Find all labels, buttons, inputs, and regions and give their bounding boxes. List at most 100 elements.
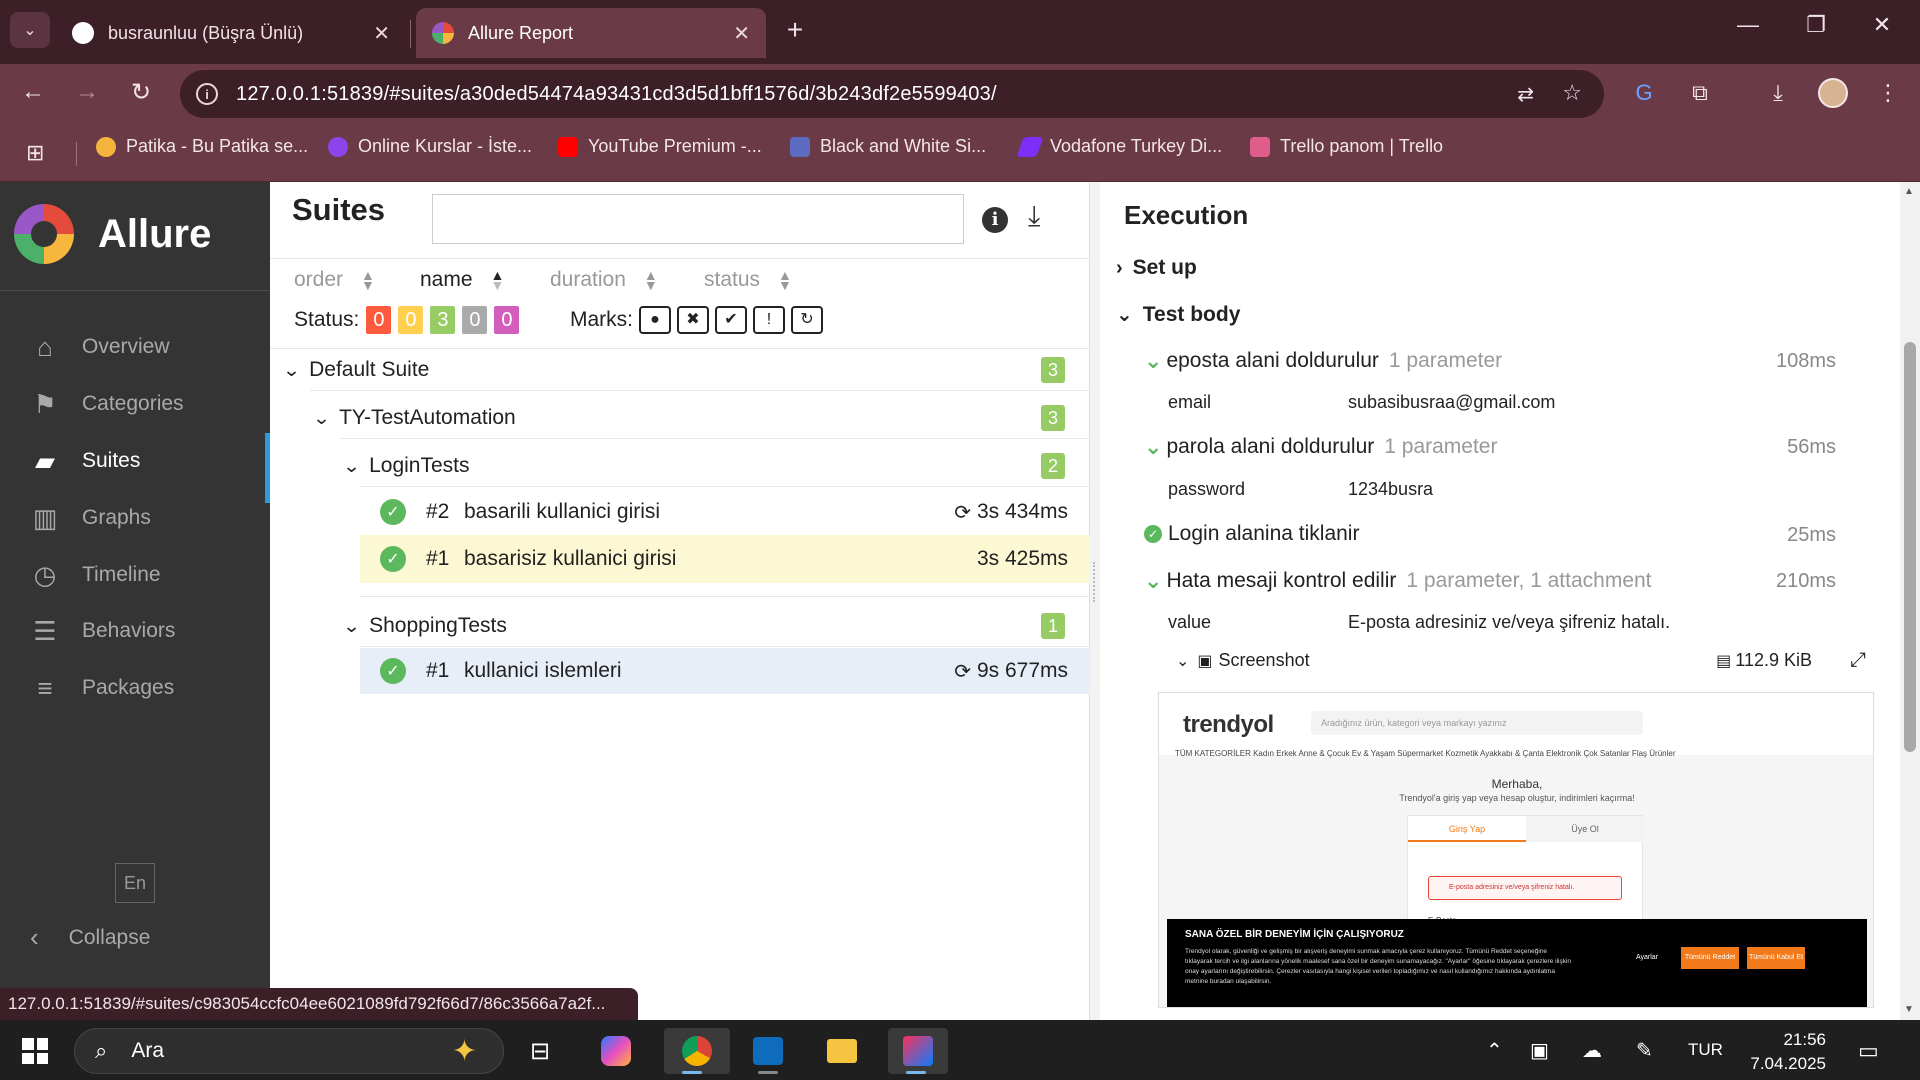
tree-node-logintests[interactable]: ⌄ LoginTests <box>342 448 469 484</box>
copilot-app-icon[interactable] <box>588 1028 644 1074</box>
translate-icon[interactable]: ⇄ <box>1517 82 1534 107</box>
test-body-section[interactable]: ⌄ Test body <box>1116 302 1240 327</box>
onedrive-icon[interactable]: ☁ <box>1582 1038 1602 1063</box>
fullscreen-icon[interactable]: ⤢ <box>1850 649 1866 672</box>
windows-start-icon[interactable] <box>22 1038 48 1064</box>
minimize-icon[interactable]: — <box>1728 12 1768 38</box>
outlook-app-icon[interactable] <box>740 1028 796 1074</box>
restore-icon[interactable]: ❐ <box>1796 12 1836 38</box>
step-row[interactable]: ⌄ eposta alani doldurulur 1 parameter <box>1144 348 1502 374</box>
address-url[interactable]: 127.0.0.1:51839/#suites/a30ded54474a9343… <box>236 83 997 106</box>
bookmark-item[interactable]: Vodafone Turkey Di... <box>1016 136 1222 157</box>
param-value: subasibusraa@gmail.com <box>1348 392 1556 412</box>
search-input[interactable] <box>432 194 964 244</box>
tree-node-shoppingtests[interactable]: ⌄ ShoppingTests <box>342 608 506 644</box>
scroll-up-icon[interactable]: ▲ <box>1904 186 1914 197</box>
address-bar[interactable]: i 127.0.0.1:51839/#suites/a30ded54474a93… <box>180 70 1604 118</box>
sidebar-item-packages[interactable]: ≡ Packages <box>0 660 270 716</box>
back-icon[interactable]: ← <box>16 78 50 106</box>
save-icon[interactable]: ▤ <box>1716 651 1731 671</box>
sidebar-item-suites[interactable]: ▰ Suites <box>0 433 270 503</box>
attachment-row[interactable]: ⌄ ▣ Screenshot ▤ 112.9 KiB ⤢ <box>1176 649 1876 672</box>
sidebar-item-timeline[interactable]: ◷ Timeline <box>0 547 270 603</box>
apps-grid-icon[interactable]: ⊞ <box>26 140 44 166</box>
param-name: value <box>1168 612 1212 632</box>
file-explorer-icon[interactable] <box>814 1028 870 1074</box>
google-translate-icon[interactable]: G <box>1628 80 1660 106</box>
retries-icon[interactable]: ↻ <box>791 306 823 334</box>
input-language[interactable]: TUR <box>1688 1040 1723 1060</box>
step-duration: 210ms <box>1775 570 1836 592</box>
new-failed-icon[interactable]: ✖ <box>677 306 709 334</box>
tree-node-default-suite[interactable]: ⌄ Default Suite <box>282 352 429 388</box>
chrome-app-icon[interactable] <box>664 1028 730 1074</box>
test-row-selected[interactable]: ✓ #1 basarisiz kullanici girisi 3s 425ms <box>360 535 1092 583</box>
test-row[interactable]: ✓ #2 basarili kullanici girisi ⟳ 3s 434ms <box>360 489 1092 535</box>
profile-avatar[interactable] <box>1818 78 1848 108</box>
status-broken-toggle[interactable]: 0 <box>398 306 424 334</box>
tab-search-button[interactable]: ⌄ <box>10 12 50 48</box>
sorter-order[interactable]: order ▲ ▼ <box>294 268 375 292</box>
chevron-down-icon: ⌄ <box>282 359 301 380</box>
chevron-up-icon[interactable]: ⌃ <box>1486 1038 1503 1063</box>
tab-github[interactable]: busraunluu (Büşra Ünlü) ✕ <box>56 8 406 58</box>
bookmark-star-icon[interactable]: ☆ <box>1562 80 1582 106</box>
sorter-name[interactable]: name ▲ ▼ <box>420 268 504 292</box>
network-tray-icon[interactable]: ▣ <box>1530 1038 1549 1063</box>
status-skipped-toggle[interactable]: 0 <box>462 306 488 334</box>
step-row[interactable]: ⌄ Hata mesaji kontrol edilir 1 parameter, … <box>1144 568 1652 594</box>
collapse-button[interactable]: ‹ Collapse <box>30 922 150 953</box>
scrollbar[interactable]: ▲ ▼ <box>1900 182 1920 1020</box>
status-unknown-toggle[interactable]: 0 <box>494 306 520 334</box>
new-passed-icon[interactable]: ✔ <box>715 306 747 334</box>
close-icon[interactable]: ✕ <box>733 21 750 46</box>
new-broken-icon[interactable]: ! <box>753 306 785 334</box>
bookmark-item[interactable]: YouTube Premium -... <box>558 136 762 157</box>
test-row[interactable]: ✓ #1 kullanici islemleri ⟳ 9s 677ms <box>360 648 1092 694</box>
sorter-duration[interactable]: duration ▲ ▼ <box>550 268 658 292</box>
sidebar-item-categories[interactable]: ⚑ Categories <box>0 376 270 432</box>
language-button[interactable]: En <box>115 863 155 903</box>
tree-node-ty-testautomation[interactable]: ⌄ TY-TestAutomation <box>312 400 515 436</box>
tab-allure-report[interactable]: Allure Report ✕ <box>416 8 766 58</box>
taskbar-search[interactable]: ⌕ Ara ✦ <box>74 1028 504 1074</box>
sidebar-item-graphs[interactable]: ▥ Graphs <box>0 490 270 546</box>
scroll-down-icon[interactable]: ▼ <box>1904 1004 1914 1015</box>
passed-chevron-icon: ⌄ <box>1144 434 1163 459</box>
window-close-icon[interactable]: ✕ <box>1862 12 1902 38</box>
forward-icon[interactable]: → <box>70 78 104 106</box>
menu-kebab-icon[interactable]: ⋮ <box>1872 80 1904 106</box>
bookmark-item[interactable]: Trello panom | Trello <box>1250 136 1443 157</box>
screenshot-attachment[interactable]: trendyol Aradığınız ürün, kategori veya … <box>1158 692 1874 1008</box>
close-icon[interactable]: ✕ <box>373 21 390 46</box>
bookmark-item[interactable]: Patika - Bu Patika se... <box>96 136 308 157</box>
scrollbar-thumb[interactable] <box>1904 342 1916 752</box>
pen-icon[interactable]: ✎ <box>1636 1038 1653 1063</box>
info-icon[interactable]: i <box>982 200 1008 233</box>
flaky-bomb-icon[interactable]: ● <box>639 306 671 334</box>
bookmark-item[interactable]: Online Kurslar - İste... <box>328 136 532 157</box>
notifications-icon[interactable]: ▭ <box>1858 1038 1879 1064</box>
step-row[interactable]: ⌄ parola alani doldurulur 1 parameter <box>1144 434 1497 460</box>
intellij-app-icon[interactable] <box>888 1028 948 1074</box>
status-passed-toggle[interactable]: 3 <box>430 306 456 334</box>
allure-logo[interactable]: Allure <box>14 204 211 264</box>
setup-section[interactable]: › Set up <box>1116 256 1197 280</box>
step-row[interactable]: ✓ Login alanina tiklanir <box>1144 522 1359 546</box>
download-icon[interactable]: ⤓ <box>1028 200 1040 233</box>
sidebar-item-behaviors[interactable]: ☰ Behaviors <box>0 603 270 659</box>
pane-splitter[interactable] <box>1090 182 1100 1020</box>
download-icon[interactable]: ⤓ <box>1762 80 1794 106</box>
bookmark-item[interactable]: Black and White Si... <box>790 136 986 157</box>
system-clock[interactable]: 21:56 7.04.2025 <box>1746 1028 1826 1076</box>
extensions-icon[interactable]: ⧉ <box>1684 80 1716 106</box>
sorter-status[interactable]: status ▲ ▼ <box>704 268 792 292</box>
task-view-icon[interactable]: ⊟ <box>512 1028 568 1074</box>
sidebar-item-overview[interactable]: ⌂ Overview <box>0 319 270 375</box>
reload-icon[interactable]: ↻ <box>124 78 158 107</box>
site-info-icon[interactable]: i <box>196 83 218 105</box>
new-tab-button[interactable]: + <box>780 14 810 46</box>
browser-toolbar: ← → ↻ i 127.0.0.1:51839/#suites/a30ded54… <box>0 64 1920 124</box>
status-failed-toggle[interactable]: 0 <box>366 306 392 334</box>
tab-title: Allure Report <box>468 22 574 43</box>
